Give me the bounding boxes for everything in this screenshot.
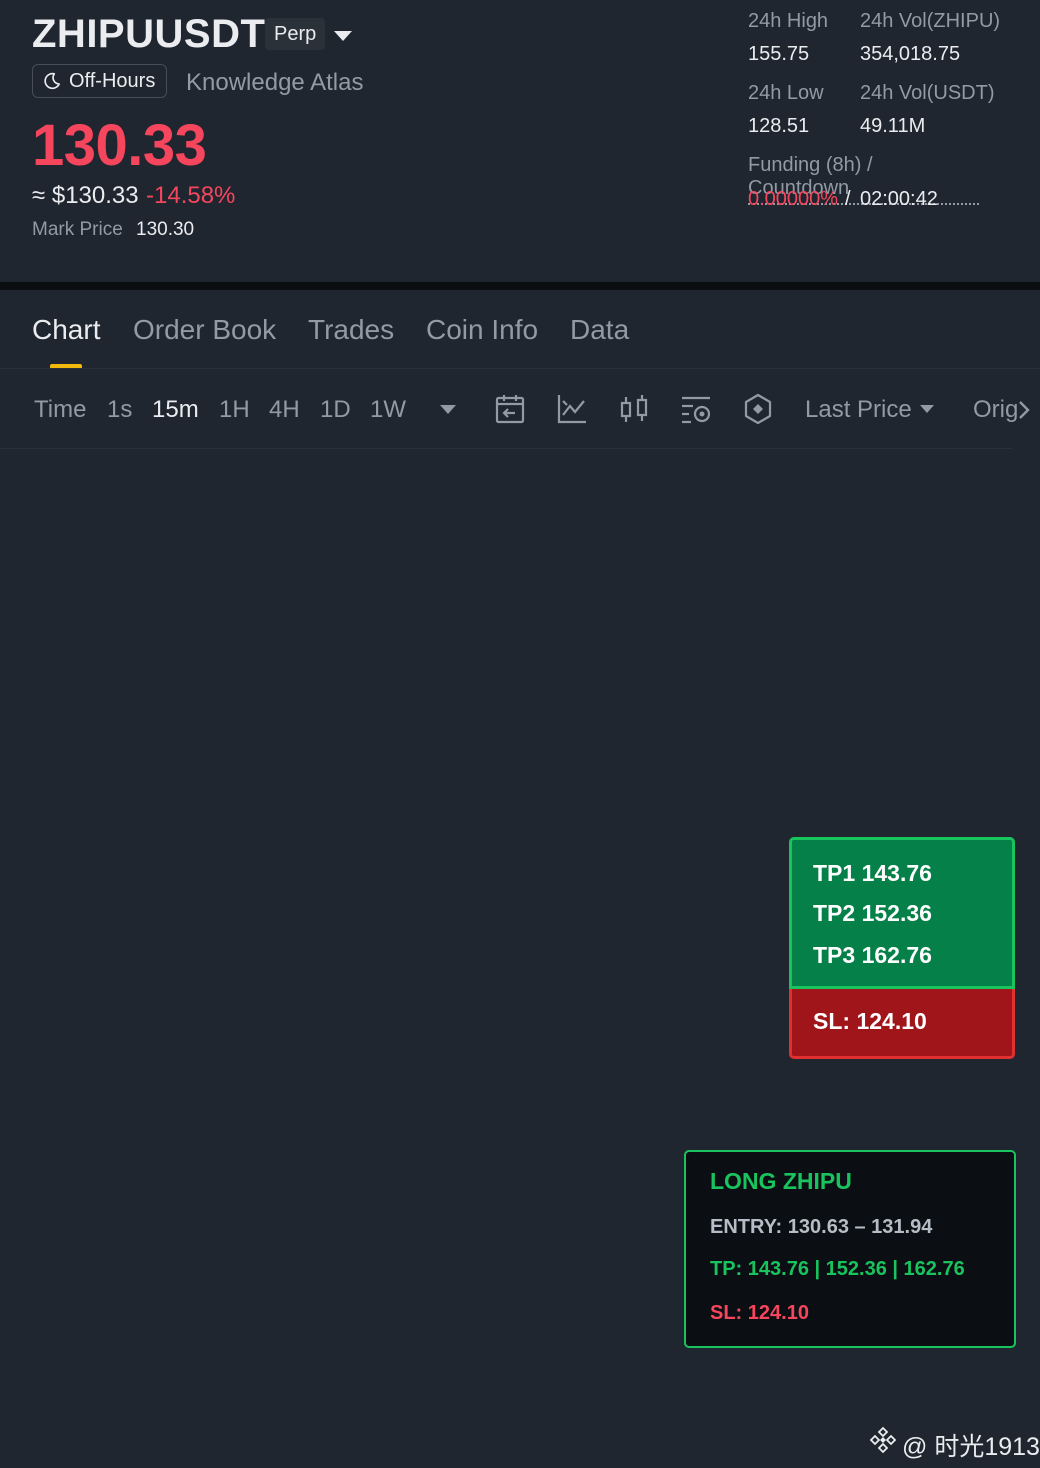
- last-price: 130.33: [32, 113, 207, 178]
- calendar-back-icon[interactable]: [493, 392, 527, 426]
- tp3-label: TP3 162.76: [813, 942, 932, 968]
- tab-trades[interactable]: Trades: [308, 314, 394, 346]
- perp-badge: Perp: [265, 18, 326, 50]
- 24h-low-value: 128.51: [748, 115, 810, 137]
- tab-coin-info[interactable]: Coin Info: [426, 314, 538, 346]
- off-hours-badge[interactable]: Off-Hours: [32, 64, 167, 98]
- interval-1h[interactable]: 1H: [219, 396, 250, 424]
- mark-price-value: 130.30: [136, 219, 195, 240]
- section-divider: [0, 282, 1040, 290]
- usd-price: ≈ $130.33: [32, 182, 139, 209]
- coin-name: Knowledge Atlas: [186, 69, 364, 96]
- interval-1s[interactable]: 1s: [107, 396, 132, 424]
- 24h-vol-quote-value: 49.11M: [860, 115, 926, 137]
- price-type-selector[interactable]: Last Price: [805, 396, 912, 424]
- tp2-label: TP2 152.36: [813, 900, 932, 926]
- 24h-low-label: 24h Low: [748, 82, 824, 104]
- price-type-dropdown-icon[interactable]: [920, 405, 934, 413]
- sl-label: SL: 124.10: [813, 1008, 927, 1034]
- interval-4h[interactable]: 4H: [269, 396, 300, 424]
- off-hours-label: Off-Hours: [69, 69, 156, 92]
- binance-logo-icon: [869, 1426, 897, 1454]
- signal-entry: ENTRY: 130.63 – 131.94: [710, 1216, 933, 1238]
- toolbar-divider: [0, 448, 1012, 449]
- mark-price-label: Mark Price: [32, 219, 123, 240]
- interval-1d[interactable]: 1D: [320, 396, 351, 424]
- take-profit-panel: TP1 143.76 TP2 152.36 TP3 162.76: [789, 837, 1015, 989]
- tab-chart[interactable]: Chart: [32, 314, 100, 346]
- funding-separator: /: [845, 188, 851, 210]
- symbol-dropdown-icon[interactable]: [334, 31, 352, 41]
- hexagon-icon[interactable]: [741, 392, 775, 426]
- 24h-vol-base-label: 24h Vol(ZHIPU): [860, 10, 1001, 32]
- 24h-high-label: 24h High: [748, 10, 829, 32]
- moon-icon: [44, 72, 60, 90]
- watermark-text: @ 时光1913: [902, 1433, 1040, 1461]
- signal-title: LONG ZHIPU: [710, 1168, 852, 1194]
- tp1-label: TP1 143.76: [813, 860, 932, 886]
- candlestick-icon[interactable]: [617, 392, 651, 426]
- line-chart-icon[interactable]: [555, 392, 589, 426]
- stop-loss-panel: SL: 124.10: [789, 989, 1015, 1059]
- signal-stop-loss: SL: 124.10: [710, 1302, 809, 1324]
- interval-time[interactable]: Time: [34, 396, 86, 424]
- price-change-percent: -14.58%: [146, 182, 236, 209]
- funding-rate: 0.00000%: [748, 188, 839, 210]
- interval-dropdown-icon[interactable]: [440, 405, 456, 414]
- signal-take-profit: TP: 143.76 | 152.36 | 162.76: [710, 1258, 965, 1280]
- tabs-divider: [0, 368, 1040, 369]
- interval-15m[interactable]: 15m: [152, 396, 199, 424]
- original-view-button[interactable]: Orig: [973, 396, 1017, 424]
- 24h-vol-quote-label: 24h Vol(USDT): [860, 82, 995, 104]
- indicator-settings-icon[interactable]: [679, 392, 713, 426]
- trade-signal-card: LONG ZHIPU ENTRY: 130.63 – 131.94 TP: 14…: [684, 1150, 1016, 1348]
- symbol-title[interactable]: ZHIPUUSDT: [32, 12, 265, 57]
- interval-1w[interactable]: 1W: [370, 396, 406, 424]
- tab-data[interactable]: Data: [570, 314, 629, 346]
- 24h-high-value: 155.75: [748, 43, 810, 65]
- funding-countdown: 02:00:42: [860, 188, 938, 210]
- tab-order-book[interactable]: Order Book: [133, 314, 276, 346]
- chevron-right-icon[interactable]: [1014, 398, 1034, 422]
- 24h-vol-base-value: 354,018.75: [860, 43, 961, 65]
